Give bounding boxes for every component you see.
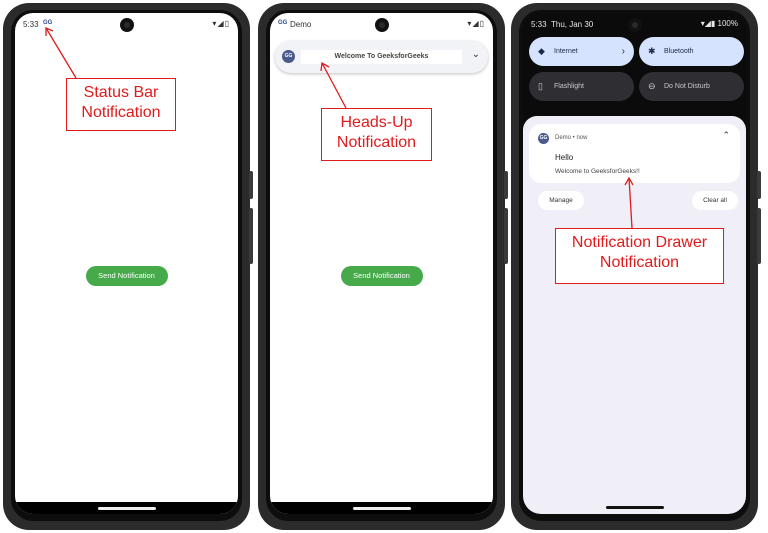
arrow-status-bar: [45, 27, 77, 79]
callout-heads-up: Heads-Up Notification: [321, 108, 432, 161]
callout-line: Notification: [336, 134, 417, 151]
arrow-drawer: [628, 177, 633, 229]
callout-line: Status Bar: [83, 84, 159, 101]
callout-line: Notification Drawer: [571, 234, 708, 251]
callout-line: Notification: [599, 254, 680, 271]
callout-status-bar: Status Bar Notification: [66, 78, 176, 131]
callout-drawer: Notification Drawer Notification: [555, 228, 724, 284]
callout-line: Heads-Up: [340, 114, 413, 131]
arrow-heads-up: [321, 62, 347, 109]
callout-line: Notification: [81, 104, 161, 121]
